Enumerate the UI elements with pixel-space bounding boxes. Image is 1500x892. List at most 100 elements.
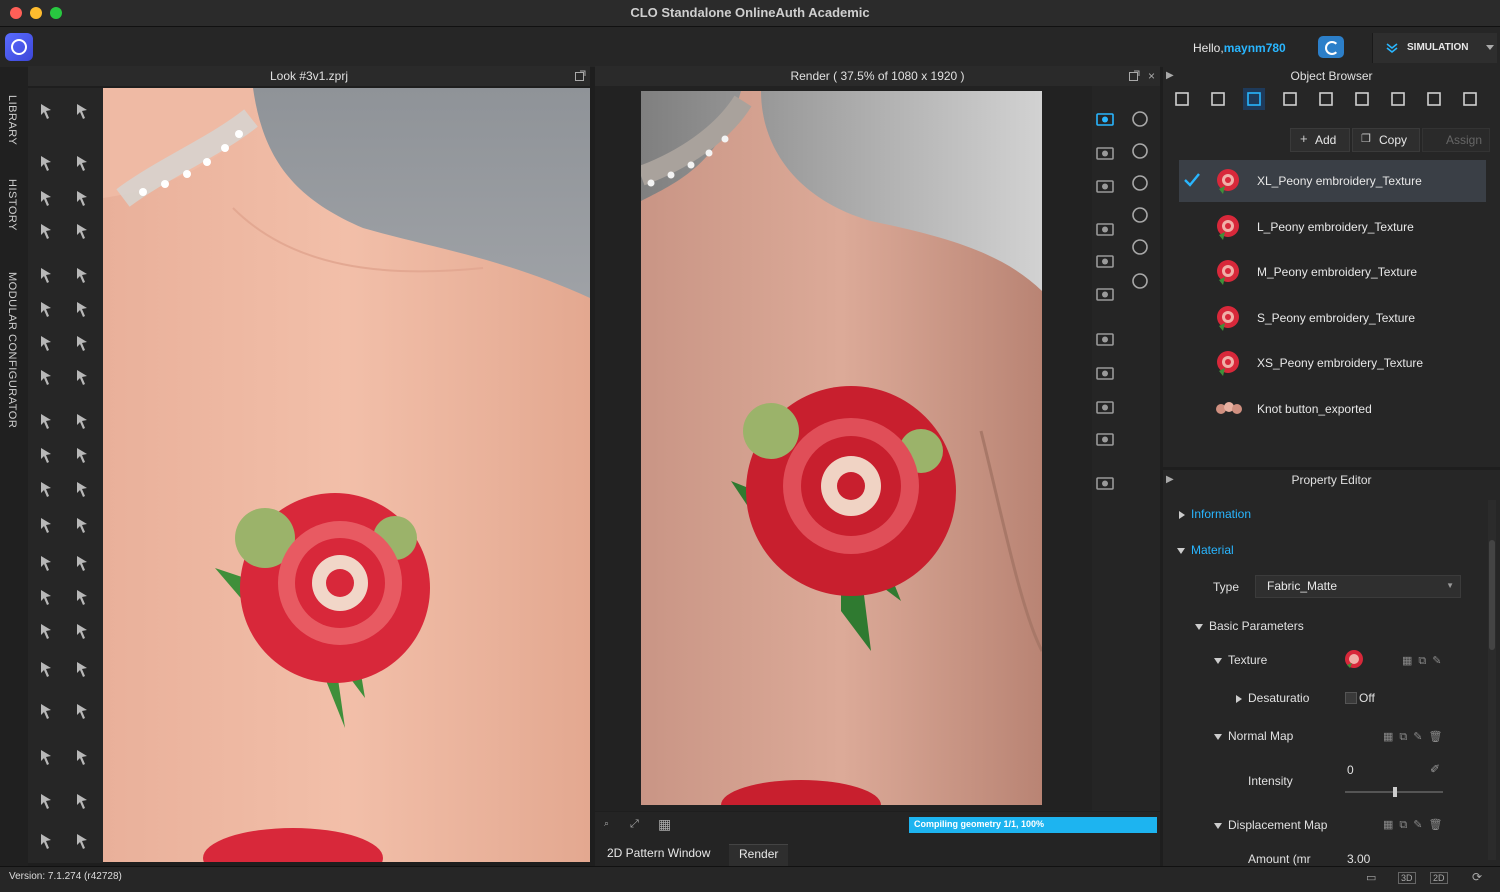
button-tab-icon[interactable]	[1279, 88, 1301, 110]
render-camera-icon[interactable]	[1094, 250, 1116, 272]
clo-logo-icon[interactable]	[5, 33, 33, 61]
slider-handle[interactable]	[1393, 787, 1397, 797]
normal-map-actions[interactable]: ▦⧉✎🗑	[1383, 730, 1448, 744]
drape-icon[interactable]	[73, 746, 95, 768]
intensity-slider[interactable]	[1345, 787, 1443, 797]
fold-arrangement-icon[interactable]	[73, 187, 95, 209]
scrollbar-thumb[interactable]	[1489, 540, 1495, 650]
select-move-icon[interactable]	[37, 100, 59, 122]
add-button[interactable]: + Add	[1290, 128, 1350, 152]
buttonhole-icon[interactable]	[37, 410, 59, 432]
view-3d-icon[interactable]: 3D	[1398, 872, 1416, 884]
render-dome-icon[interactable]	[1129, 270, 1151, 292]
puckering-icon[interactable]	[37, 478, 59, 500]
drape-icon[interactable]	[73, 264, 95, 286]
object-list-item[interactable]: XS_Peony embroidery_Texture	[1179, 342, 1486, 384]
select-button-icon[interactable]	[37, 444, 59, 466]
trim-icon[interactable]	[73, 478, 95, 500]
button-icon[interactable]	[73, 366, 95, 388]
sewing-icon[interactable]	[37, 830, 59, 852]
type-select[interactable]: Fabric_Matte ▼	[1255, 575, 1461, 598]
render-photo-icon[interactable]	[1094, 362, 1116, 384]
edit-pattern-icon[interactable]	[73, 152, 95, 174]
clo-cloud-icon[interactable]	[1318, 36, 1344, 58]
popout-icon[interactable]	[1129, 70, 1140, 81]
render-cylinder-icon[interactable]	[1129, 236, 1151, 258]
texture-section[interactable]: Texture	[1214, 653, 1267, 667]
information-section[interactable]: Information	[1179, 507, 1251, 521]
graphic-icon[interactable]	[73, 514, 95, 536]
zipper-icon[interactable]	[73, 830, 95, 852]
texture-actions[interactable]: ▦⧉✎	[1402, 654, 1447, 668]
object-list-item[interactable]: XL_Peony embroidery_Texture	[1179, 160, 1486, 202]
select-move-icon[interactable]	[37, 586, 59, 608]
property-scrollbar[interactable]	[1488, 500, 1496, 860]
tack-icon[interactable]	[37, 790, 59, 812]
garment-icon[interactable]	[37, 746, 59, 768]
tab-history[interactable]: HISTORY	[6, 179, 18, 231]
fit-view-icon[interactable]: ⤢	[630, 818, 639, 831]
fabric-tab-icon[interactable]	[1207, 88, 1229, 110]
shirt-icon[interactable]	[73, 790, 95, 812]
render-film-icon[interactable]	[1094, 428, 1116, 450]
tack-icon[interactable]	[37, 298, 59, 320]
shirt-icon[interactable]	[73, 298, 95, 320]
edit-curvature-icon[interactable]	[37, 658, 59, 680]
simulation-avatar-icon[interactable]	[73, 586, 95, 608]
refresh-icon[interactable]: ⟳	[1472, 870, 1482, 884]
object-list-item[interactable]: L_Peony embroidery_Texture	[1179, 206, 1486, 248]
select-mesh-icon[interactable]	[37, 700, 59, 722]
render-image-icon[interactable]	[1094, 283, 1116, 305]
render-video-icon[interactable]	[1094, 142, 1116, 164]
fold-arrangement-icon[interactable]	[73, 658, 95, 680]
render-preview[interactable]	[641, 91, 1042, 805]
tape-icon[interactable]	[73, 552, 95, 574]
tab-render[interactable]: Render	[729, 844, 789, 867]
line-icon[interactable]	[73, 410, 95, 432]
edit-curvature-icon[interactable]	[37, 187, 59, 209]
render-light-direction-icon[interactable]	[1129, 204, 1151, 226]
desaturation-section[interactable]: Desaturatio	[1236, 691, 1309, 705]
render-clapboard-icon[interactable]	[1094, 175, 1116, 197]
collapse-arrow-icon[interactable]: ▶	[1166, 66, 1174, 86]
render-turntable-icon[interactable]	[1094, 472, 1116, 494]
displacement-map-section[interactable]: Displacement Map	[1214, 818, 1327, 832]
render-pointer-icon[interactable]	[1129, 172, 1151, 194]
tab-library[interactable]: LIBRARY	[6, 95, 18, 145]
object-list-item[interactable]: Knot button_exported	[1179, 388, 1486, 430]
viewport-3d[interactable]	[103, 88, 590, 862]
texture-icon[interactable]	[37, 514, 59, 536]
topstitch-icon[interactable]	[73, 444, 95, 466]
topstitch-tab-icon[interactable]	[1351, 88, 1373, 110]
sewing-icon[interactable]	[37, 332, 59, 354]
list-view-icon[interactable]	[1171, 88, 1193, 110]
measure-icon[interactable]	[37, 552, 59, 574]
view-2d-icon[interactable]: 2D	[1430, 872, 1448, 884]
object-list-item[interactable]: M_Peony embroidery_Texture	[1179, 251, 1486, 293]
popout-icon[interactable]	[575, 70, 586, 81]
close-icon[interactable]: ×	[1148, 66, 1155, 86]
copy-button[interactable]: ❐ Copy	[1352, 128, 1420, 152]
wrench-icon[interactable]: ✐	[1430, 762, 1440, 776]
tab-modular-configurator[interactable]: MODULAR CONFIGURATOR	[6, 272, 18, 428]
render-settings-icon[interactable]	[1094, 328, 1116, 350]
pin-icon[interactable]	[73, 220, 95, 242]
render-copy-icon[interactable]	[1094, 218, 1116, 240]
zipper-tab-icon[interactable]	[1387, 88, 1409, 110]
zoom-100-icon[interactable]: ⌕	[604, 818, 609, 829]
material-section[interactable]: Material	[1177, 543, 1234, 557]
select-mesh-icon[interactable]	[37, 220, 59, 242]
simulation-avatar-icon[interactable]	[73, 100, 95, 122]
normal-map-section[interactable]: Normal Map	[1214, 729, 1293, 743]
zipper-icon[interactable]	[73, 332, 95, 354]
render-light-icon[interactable]	[1094, 396, 1116, 418]
layout-icon[interactable]: ▭	[1366, 871, 1376, 884]
object-list-item[interactable]: S_Peony embroidery_Texture	[1179, 297, 1486, 339]
trim-tab-icon[interactable]	[1423, 88, 1445, 110]
pin-icon[interactable]	[73, 700, 95, 722]
rose-texture-thumbnail[interactable]	[1343, 648, 1365, 670]
desaturation-checkbox[interactable]	[1345, 692, 1357, 704]
garment-icon[interactable]	[37, 264, 59, 286]
line-tab-icon[interactable]	[1315, 88, 1337, 110]
render-down-icon[interactable]	[1129, 108, 1151, 130]
